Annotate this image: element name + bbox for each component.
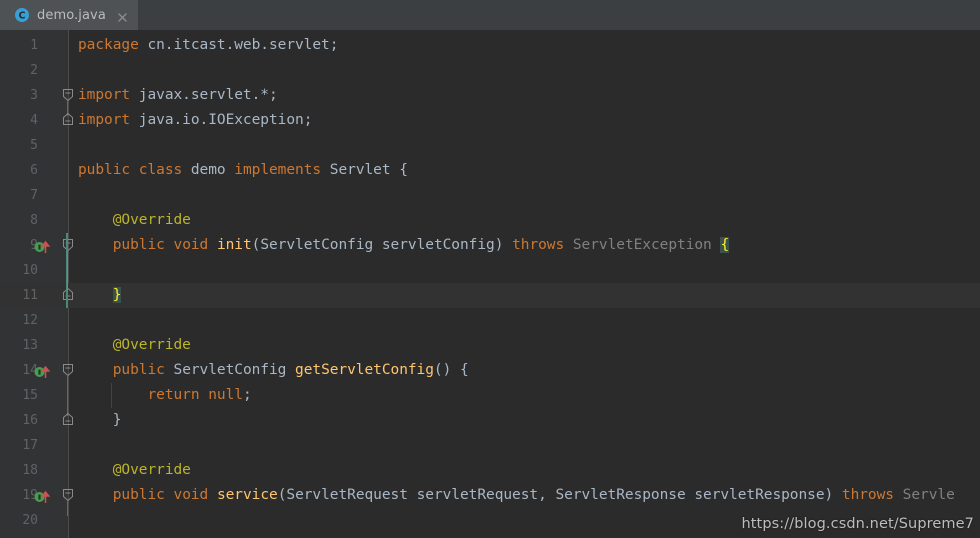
fold-end-icon[interactable] (60, 108, 76, 133)
code-text: @Override (112, 337, 191, 353)
line-number: 2 (30, 63, 38, 78)
code-line-17[interactable]: 17 (0, 433, 980, 458)
code-editor[interactable]: 1 package cn.itcast.web.servlet; 2 3 import … (0, 30, 980, 538)
code-text: import java.io.IOException; (78, 112, 313, 128)
tab-label: demo.java (37, 7, 106, 23)
line-number: 20 (22, 513, 38, 528)
code-line-11[interactable]: 11 } (0, 283, 980, 308)
code-text: } (112, 412, 122, 428)
code-line-1[interactable]: 1 package cn.itcast.web.servlet; (0, 33, 980, 58)
code-text: @Override (112, 212, 191, 228)
implementing-method-icon[interactable] (33, 361, 53, 381)
code-line-18[interactable]: 18 @Override (0, 458, 980, 483)
line-number: 3 (30, 88, 38, 103)
line-number: 15 (22, 388, 38, 403)
code-line-13[interactable]: 13 @Override (0, 333, 980, 358)
fold-connector (67, 501, 68, 516)
fold-start-icon[interactable] (60, 483, 76, 508)
line-number: 10 (22, 263, 38, 278)
line-number: 12 (22, 313, 38, 328)
tab-demo-java[interactable]: C demo.java (0, 0, 138, 30)
code-text: @Override (112, 462, 191, 478)
fold-start-icon[interactable] (60, 233, 76, 258)
indent-guide (111, 383, 112, 408)
code-line-12[interactable]: 12 (0, 308, 980, 333)
fold-end-icon[interactable] (60, 408, 76, 433)
code-line-6[interactable]: 6 public class demo implements Servlet { (0, 158, 980, 183)
code-line-9[interactable]: 9 public void init(ServletConfig servlet… (0, 233, 980, 258)
watermark-url: https://blog.csdn.net/Supreme7 (741, 516, 974, 532)
code-text: public ServletConfig getServletConfig() … (112, 362, 469, 378)
code-line-2[interactable]: 2 (0, 58, 980, 83)
java-class-icon: C (14, 7, 30, 23)
fold-start-icon[interactable] (60, 83, 76, 108)
code-text: package cn.itcast.web.servlet; (78, 37, 339, 53)
fold-connector (67, 101, 68, 116)
line-number: 11 (22, 288, 38, 303)
code-line-19[interactable]: 19 public void service(ServletRequest se… (0, 483, 980, 508)
editor-tab-bar: C demo.java (0, 0, 980, 31)
line-number: 6 (30, 163, 38, 178)
code-line-8[interactable]: 8 @Override (0, 208, 980, 233)
line-number: 18 (22, 463, 38, 478)
code-text: public class demo implements Servlet { (78, 162, 408, 178)
line-number: 1 (30, 38, 38, 53)
line-number: 13 (22, 338, 38, 353)
code-line-5[interactable]: 5 (0, 133, 980, 158)
line-number: 17 (22, 438, 38, 453)
code-text: } (112, 287, 122, 303)
code-text: return null; (147, 387, 252, 403)
code-text: public void service(ServletRequest servl… (112, 487, 955, 503)
code-line-3[interactable]: 3 import javax.servlet.*; (0, 83, 980, 108)
code-line-4[interactable]: 4 import java.io.IOException; (0, 108, 980, 133)
code-line-16[interactable]: 16 } (0, 408, 980, 433)
svg-text:C: C (19, 11, 26, 22)
close-icon[interactable] (116, 9, 129, 22)
code-line-10[interactable]: 10 (0, 258, 980, 283)
implementing-method-icon[interactable] (33, 486, 53, 506)
line-number: 5 (30, 138, 38, 153)
implementing-method-icon[interactable] (33, 236, 53, 256)
line-number: 8 (30, 213, 38, 228)
editor-window: C demo.java 1 package cn.itcast.web.servl… (0, 0, 980, 538)
fold-connector (67, 376, 68, 416)
fold-connector (67, 251, 68, 291)
code-line-7[interactable]: 7 (0, 183, 980, 208)
code-line-15[interactable]: 15 return null; (0, 383, 980, 408)
code-text: import javax.servlet.*; (78, 87, 278, 103)
line-number: 4 (30, 113, 38, 128)
line-number: 7 (30, 188, 38, 203)
fold-start-icon[interactable] (60, 358, 76, 383)
code-line-14[interactable]: 14 public ServletConfig getServletConfig… (0, 358, 980, 383)
fold-end-icon[interactable] (60, 283, 76, 308)
line-number: 16 (22, 413, 38, 428)
code-text: public void init(ServletConfig servletCo… (112, 237, 730, 253)
